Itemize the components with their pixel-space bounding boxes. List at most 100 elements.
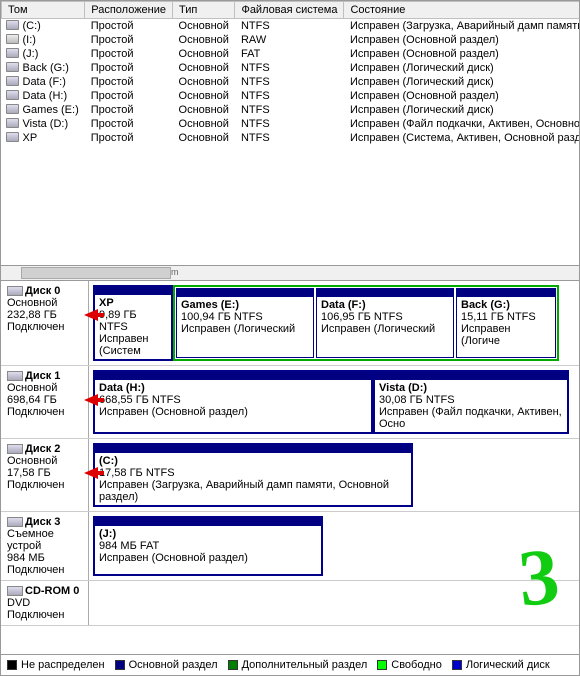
red-arrow-annotation [84, 394, 104, 408]
disk-label[interactable]: Диск 2Основной17,58 ГБПодключен [1, 439, 89, 511]
legend: Не распределенОсновной разделДополнитель… [0, 655, 580, 676]
partition-title: Games (E:) [181, 299, 239, 311]
table-row[interactable]: Back (G:)ПростойОсновнойNTFSИсправен (Ло… [2, 61, 580, 75]
disk-icon [7, 586, 23, 596]
disk-label[interactable]: Диск 0Основной232,88 ГБПодключен [1, 281, 89, 365]
partition[interactable]: Vista (D:)30,08 ГБ NTFSИсправен (Файл по… [373, 370, 569, 434]
table-row[interactable]: Data (H:)ПростойОсновнойNTFSИсправен (Ос… [2, 89, 580, 103]
partition[interactable]: (C:)17,58 ГБ NTFSИсправен (Загрузка, Ава… [93, 443, 413, 507]
legend-swatch [115, 660, 125, 670]
partition[interactable]: Data (F:)106,95 ГБ NTFSИсправен (Логичес… [316, 288, 454, 358]
cell-fs: NTFS [235, 131, 344, 145]
disk-label[interactable]: Диск 3Съемное устрой984 МБПодключен [1, 512, 89, 580]
disk-name: Диск 1 [25, 370, 60, 382]
cell-state: Исправен (Загрузка, Аварийный дамп памят… [344, 19, 580, 34]
cell-type: Основной [173, 47, 235, 61]
volume-name-cell: XP [2, 131, 85, 145]
partition-size: 30,08 ГБ NTFS [379, 394, 455, 406]
partition[interactable]: Data (H:)668,55 ГБ NTFSИсправен (Основно… [93, 370, 373, 434]
table-row[interactable]: (C:)ПростойОсновнойNTFSИсправен (Загрузк… [2, 19, 580, 34]
legend-label: Свободно [391, 659, 442, 671]
annotation-number: 3 [515, 531, 563, 625]
cell-fs: NTFS [235, 75, 344, 89]
partition-body: Data (F:)106,95 ГБ NTFSИсправен (Логичес… [317, 297, 453, 337]
volume-name-cell: (I:) [2, 33, 85, 47]
disk-name: Диск 3 [25, 516, 60, 528]
cell-fs: NTFS [235, 103, 344, 117]
cell-state: Исправен (Файл подкачки, Активен, Основн… [344, 117, 580, 131]
table-row[interactable]: XPПростойОсновнойNTFSИсправен (Система, … [2, 131, 580, 145]
table-row[interactable]: (J:)ПростойОсновнойFATИсправен (Основной… [2, 47, 580, 61]
cell-layout: Простой [85, 61, 173, 75]
cell-fs: FAT [235, 47, 344, 61]
column-header[interactable]: Состояние [344, 2, 580, 19]
disk-kind: Основной [7, 297, 57, 309]
volume-name-cell: Vista (D:) [2, 117, 85, 131]
disk-size: 17,58 ГБ [7, 467, 51, 479]
volume-name-cell: (J:) [2, 47, 85, 61]
volume-icon [6, 132, 19, 142]
cell-type: Основной [173, 131, 235, 145]
red-arrow-annotation [84, 467, 104, 481]
column-header[interactable]: Тип [173, 2, 235, 19]
partition-state: Исправен (Файл подкачки, Активен, Осно [379, 406, 562, 430]
disk-status: Подключен [7, 479, 65, 491]
disk-row: Диск 2Основной17,58 ГБПодключен(C:)17,58… [1, 439, 579, 512]
table-row[interactable]: Vista (D:)ПростойОсновнойNTFSИсправен (Ф… [2, 117, 580, 131]
partition-state: Исправен (Основной раздел) [99, 406, 248, 418]
cell-fs: RAW [235, 33, 344, 47]
volume-icon [6, 76, 19, 86]
disk-row: Диск 3Съемное устрой984 МБПодключен(J:)9… [1, 512, 579, 581]
partition-title: Data (F:) [321, 299, 366, 311]
cell-type: Основной [173, 19, 235, 34]
cell-type: Основной [173, 75, 235, 89]
scrollbar-thumb[interactable] [21, 267, 171, 279]
partition-size: 9,89 ГБ NTFS [99, 309, 137, 333]
partition-state: Исправен (Логиче [461, 323, 511, 347]
disk-size: 698,64 ГБ [7, 394, 57, 406]
volume-icon [6, 90, 19, 100]
disk-label[interactable]: CD-ROM 0DVDПодключен [1, 581, 89, 625]
cell-state: Исправен (Логический диск) [344, 61, 580, 75]
partition-header-bar [317, 289, 453, 297]
partition[interactable]: Back (G:)15,11 ГБ NTFSИсправен (Логиче [456, 288, 556, 358]
partition-title: (C:) [99, 455, 118, 467]
partition-body: (C:)17,58 ГБ NTFSИсправен (Загрузка, Ава… [95, 453, 411, 505]
partition-state: Исправен (Систем [99, 333, 149, 357]
cell-layout: Простой [85, 47, 173, 61]
table-row[interactable]: Games (E:)ПростойОсновнойNTFSИсправен (Л… [2, 103, 580, 117]
cell-state: Исправен (Логический диск) [344, 103, 580, 117]
column-header[interactable]: Том [2, 2, 85, 19]
disk-partitions: (J:)984 МБ FATИсправен (Основной раздел) [89, 512, 579, 580]
disk-label[interactable]: Диск 1Основной698,64 ГБПодключен [1, 366, 89, 438]
disk-size: 984 МБ [7, 552, 45, 564]
partition-size: 668,55 ГБ NTFS [99, 394, 181, 406]
column-header[interactable]: Расположение [85, 2, 173, 19]
partition-state: Исправен (Логический [181, 323, 295, 335]
top-scrollbar[interactable]: m [0, 265, 580, 281]
cell-layout: Простой [85, 103, 173, 117]
table-row[interactable]: (I:)ПростойОсновнойRAWИсправен (Основной… [2, 33, 580, 47]
table-row[interactable]: Data (F:)ПростойОсновнойNTFSИсправен (Ло… [2, 75, 580, 89]
partition[interactable]: (J:)984 МБ FATИсправен (Основной раздел) [93, 516, 323, 576]
volume-name-cell: Back (G:) [2, 61, 85, 75]
volume-name-cell: Data (F:) [2, 75, 85, 89]
cell-state: Исправен (Основной раздел) [344, 47, 580, 61]
disk-name: CD-ROM 0 [25, 585, 79, 597]
extended-partition-group: Games (E:)100,94 ГБ NTFSИсправен (Логиче… [173, 285, 559, 361]
disk-map-panel: Диск 0Основной232,88 ГБПодключенXP9,89 Г… [0, 281, 580, 655]
disk-icon [7, 517, 23, 527]
column-header[interactable]: Файловая система [235, 2, 344, 19]
partition[interactable]: Games (E:)100,94 ГБ NTFSИсправен (Логиче… [176, 288, 314, 358]
volume-list-panel[interactable]: ТомРасположениеТипФайловая системаСостоя… [0, 0, 580, 265]
disk-status: Подключен [7, 564, 65, 576]
partition[interactable]: XP9,89 ГБ NTFSИсправен (Систем [93, 285, 173, 361]
legend-swatch [7, 660, 17, 670]
cell-fs: NTFS [235, 117, 344, 131]
partition-body: XP9,89 ГБ NTFSИсправен (Систем [95, 295, 171, 359]
cell-state: Исправен (Логический диск) [344, 75, 580, 89]
disk-partitions: XP9,89 ГБ NTFSИсправен (СистемGames (E:)… [89, 281, 579, 365]
partition-state: Исправен (Логический [321, 323, 435, 335]
cell-state: Исправен (Основной раздел) [344, 89, 580, 103]
volume-icon [6, 104, 19, 114]
